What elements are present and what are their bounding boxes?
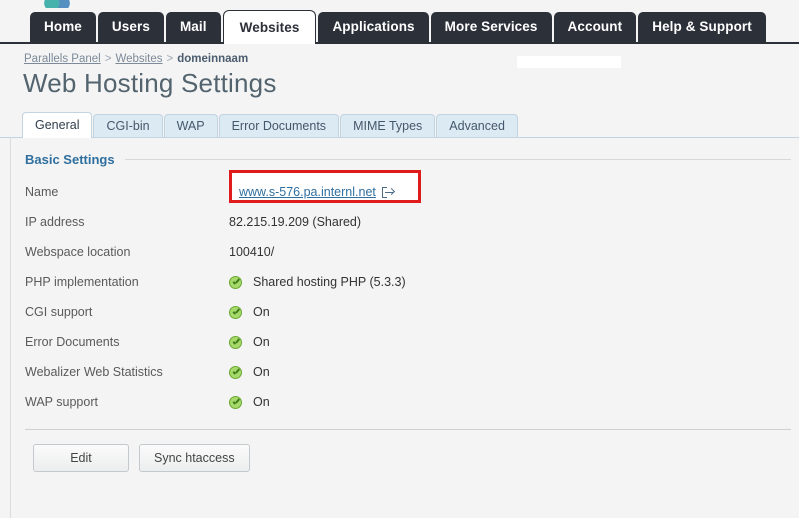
settings-row: Error Documents On: [25, 327, 799, 357]
settings-row: IP address 82.215.19.209 (Shared): [25, 207, 799, 237]
subtab-advanced[interactable]: Advanced: [436, 114, 518, 137]
section-divider: [124, 159, 791, 160]
setting-label: WAP support: [25, 395, 98, 409]
setting-label: CGI support: [25, 305, 93, 319]
settings-row: Webalizer Web Statistics On: [25, 357, 799, 387]
nav-tab-help-support[interactable]: Help & Support: [638, 12, 766, 42]
breadcrumb-separator-2: >: [166, 53, 174, 65]
sync-htaccess-button[interactable]: Sync htaccess: [139, 444, 250, 472]
status-text: On: [253, 365, 270, 379]
subtab-general[interactable]: General: [22, 112, 93, 138]
setting-label: Name: [25, 185, 59, 199]
setting-label: Webalizer Web Statistics: [25, 365, 163, 379]
nav-tab-mail[interactable]: Mail: [165, 12, 221, 42]
setting-value: Shared hosting PHP (5.3.3): [229, 275, 406, 289]
logo-strip: [0, 0, 799, 8]
external-link-icon[interactable]: [381, 186, 395, 198]
settings-list: Name www.s-576.pa.internl.net IP address 82…: [11, 167, 799, 417]
status-text: On: [253, 335, 270, 349]
settings-row: Webspace location 100410/: [25, 237, 799, 267]
nav-tab-account[interactable]: Account: [553, 12, 637, 42]
breadcrumb-link-websites[interactable]: Websites: [115, 53, 162, 65]
edit-button[interactable]: Edit: [33, 444, 129, 472]
subtab-cgi-bin[interactable]: CGI-bin: [93, 114, 163, 137]
status-text: Shared hosting PHP (5.3.3): [253, 275, 406, 289]
main-navigation-bar: Home Users Mail Websites Applications More Se…: [0, 8, 799, 44]
setting-label: Webspace location: [25, 245, 131, 259]
subtab-wap[interactable]: WAP: [163, 114, 218, 137]
parallels-logo-icon: [44, 0, 70, 8]
value-text: 100410/: [229, 245, 275, 259]
setting-value: On: [229, 305, 270, 319]
nav-tab-home[interactable]: Home: [30, 12, 96, 42]
subtab-mime-types[interactable]: MIME Types: [340, 114, 436, 137]
breadcrumb-separator-1: >: [104, 53, 112, 65]
settings-row: Name www.s-576.pa.internl.net: [25, 170, 799, 207]
setting-label: Error Documents: [25, 335, 120, 349]
section-title: Basic Settings: [25, 152, 115, 167]
green-check-icon: [229, 395, 242, 409]
green-check-icon: [229, 365, 242, 379]
green-check-icon: [229, 305, 242, 319]
breadcrumb-current-domeinnaam: domeinnaam: [177, 53, 249, 65]
settings-row: CGI support On: [25, 297, 799, 327]
subtab-error-documents[interactable]: Error Documents: [218, 114, 340, 137]
setting-value: 82.215.19.209 (Shared): [229, 215, 361, 229]
green-check-icon: [229, 275, 242, 289]
status-text: On: [253, 395, 270, 409]
settings-subtab-bar: General CGI-bin WAP Error Documents MIME Typ…: [0, 111, 799, 138]
settings-row: PHP implementation Shared hosting PHP (5.…: [25, 267, 799, 297]
setting-value: On: [229, 395, 270, 409]
breadcrumb: Parallels Panel > Websites > domeinnaam: [24, 53, 799, 65]
site-name-link[interactable]: www.s-576.pa.internl.net: [239, 185, 376, 199]
nav-tab-applications[interactable]: Applications: [318, 12, 429, 42]
footer-button-group: Edit Sync htaccess: [11, 430, 799, 472]
setting-value: On: [229, 365, 270, 379]
content-panel: Basic Settings Name www.s-576.pa.internl.…: [10, 138, 799, 518]
setting-label: PHP implementation: [25, 275, 139, 289]
setting-value: www.s-576.pa.internl.net: [229, 185, 395, 199]
setting-label: IP address: [25, 215, 85, 229]
page-title: Web Hosting Settings: [23, 68, 277, 98]
blank-search-box[interactable]: [517, 56, 621, 68]
value-text: 82.215.19.209 (Shared): [229, 215, 362, 229]
nav-tab-users[interactable]: Users: [97, 12, 164, 42]
breadcrumb-link-parallels-panel[interactable]: Parallels Panel: [24, 53, 101, 65]
setting-value: 100410/: [229, 245, 274, 259]
green-check-icon: [229, 335, 242, 349]
setting-value: On: [229, 335, 270, 349]
status-text: On: [253, 305, 270, 319]
breadcrumb-area: Parallels Panel > Websites > domeinnaam: [0, 44, 799, 65]
settings-row: WAP support On: [25, 387, 799, 417]
nav-tab-more-services[interactable]: More Services: [430, 12, 552, 42]
basic-settings-header: Basic Settings: [11, 138, 791, 167]
nav-tab-websites[interactable]: Websites: [222, 10, 317, 44]
